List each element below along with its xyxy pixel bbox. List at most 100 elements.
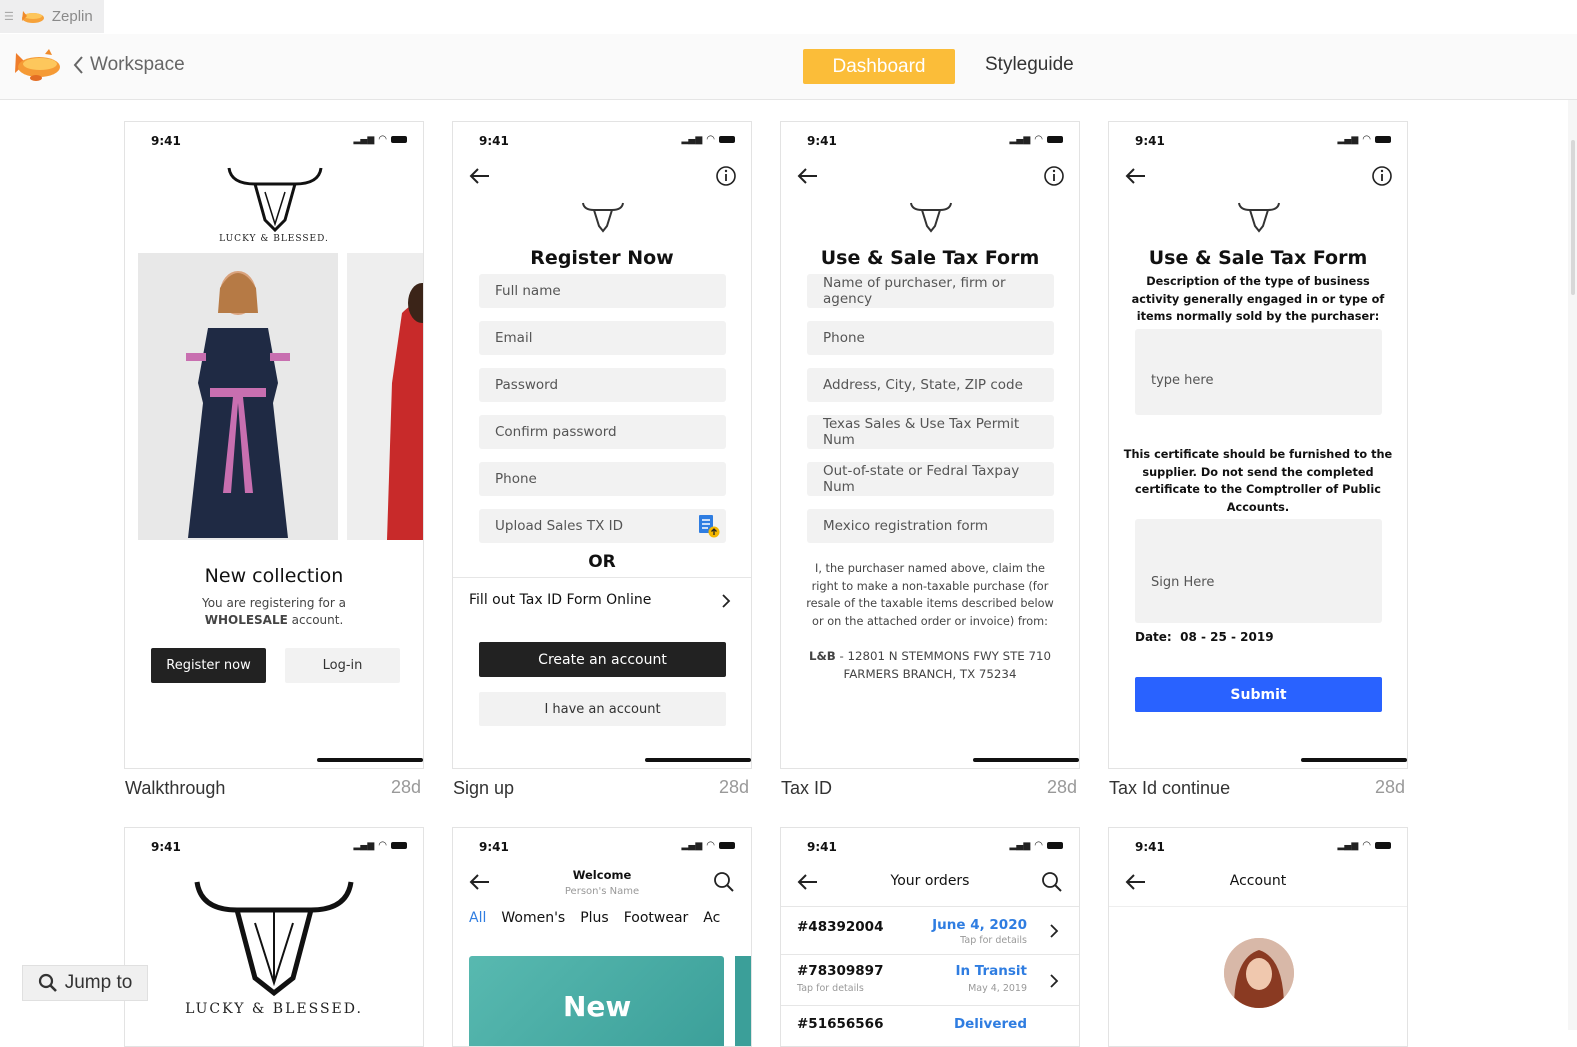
info-icon[interactable]	[715, 165, 737, 187]
wifi-icon: ◠	[1034, 134, 1043, 145]
status-bar: 9:41 ▂▄▆ ◠	[781, 828, 1079, 864]
screen-name-signup[interactable]: Sign up	[453, 778, 514, 799]
full-name-field[interactable]: Full name	[479, 274, 726, 308]
order-row[interactable]: #48392004 June 4, 2020 Tap for details	[781, 906, 1079, 954]
dress-model-image	[186, 271, 290, 538]
order-status: June 4, 2020	[932, 917, 1027, 933]
seller-address: L&B - 12801 N STEMMONS FWY STE 710 FARME…	[781, 647, 1079, 683]
status-time: 9:41	[807, 134, 837, 148]
chevron-right-icon	[1050, 974, 1059, 988]
screen-name-tax-id[interactable]: Tax ID	[781, 778, 832, 799]
screen-card-orders[interactable]: 9:41 ▂▄▆ ◠ Your orders #48392004 June 4, …	[780, 827, 1080, 1047]
have-account-button[interactable]: I have an account	[479, 692, 726, 726]
confirm-password-field[interactable]: Confirm password	[479, 415, 726, 449]
phone-field[interactable]: Phone	[479, 462, 726, 496]
info-icon[interactable]	[1371, 165, 1393, 187]
upload-tax-id-field[interactable]: Upload Sales TX ID	[479, 509, 726, 543]
avatar[interactable]	[1224, 938, 1294, 1008]
screen-card-tax-id-continue[interactable]: 9:41 ▂▄▆ ◠ Use & Sale Tax Form Descriptio…	[1108, 121, 1408, 769]
address-line-2: FARMERS BRANCH, TX 75234	[843, 667, 1017, 681]
order-sub: Tap for details	[797, 983, 864, 994]
claim-line-2: right to make a non-taxable purchase (fo…	[811, 579, 1049, 593]
fill-online-row[interactable]: Fill out Tax ID Form Online	[453, 577, 751, 625]
brand-wordmark-large: LUCKY & BLESSED.	[185, 1001, 363, 1017]
category-ac[interactable]: Ac	[703, 910, 720, 926]
wifi-icon: ◠	[706, 134, 715, 145]
email-field[interactable]: Email	[479, 321, 726, 355]
status-time: 9:41	[479, 134, 509, 148]
home-indicator	[1301, 758, 1407, 762]
texas-permit-field[interactable]: Texas Sales & Use Tax Permit Num	[807, 415, 1054, 449]
screen-card-account[interactable]: 9:41 ▂▄▆ ◠ Account	[1108, 827, 1408, 1047]
window-tab[interactable]: ☰ Zeplin	[0, 0, 104, 33]
category-womens[interactable]: Women's	[501, 910, 565, 926]
zeplin-small-icon	[21, 10, 44, 23]
phone-field[interactable]: Phone	[807, 321, 1054, 355]
brand-wordmark: LUCKY & BLESSED.	[219, 234, 329, 244]
description-textarea[interactable]: type here	[1135, 329, 1382, 415]
register-now-button[interactable]: Register now	[151, 648, 266, 683]
search-icon[interactable]	[1041, 871, 1063, 893]
arrow-left-icon[interactable]	[1125, 166, 1147, 186]
promo-banner-text: New	[563, 990, 632, 1023]
mexico-registration-field[interactable]: Mexico registration form	[807, 509, 1054, 543]
status-bar: 9:41 ▂▄▆ ◠	[453, 122, 751, 158]
signal-icon: ▂▄▆	[681, 840, 703, 851]
submit-button[interactable]: Submit	[1135, 677, 1382, 712]
category-tabs: All Women's Plus Footwear Ac	[469, 910, 751, 926]
arrow-left-icon[interactable]	[797, 166, 819, 186]
upload-file-icon[interactable]	[698, 514, 720, 538]
screen-age-tax-id-continue: 28d	[1375, 777, 1406, 797]
account-title: Account	[1229, 873, 1287, 889]
login-button[interactable]: Log-in	[285, 648, 400, 683]
type-here-placeholder: type here	[1151, 373, 1214, 388]
scrollbar-thumb[interactable]	[1571, 140, 1575, 295]
certificate-notice: This certificate should be furnished to …	[1109, 446, 1407, 516]
home-indicator	[317, 758, 423, 762]
address-field[interactable]: Address, City, State, ZIP code	[807, 368, 1054, 402]
workspace-back-button[interactable]: Workspace	[72, 54, 185, 76]
category-footwear[interactable]: Footwear	[624, 910, 689, 926]
arrow-left-icon[interactable]	[469, 166, 491, 186]
status-bar: 9:41 ▂▄▆ ◠	[125, 828, 423, 864]
create-account-button[interactable]: Create an account	[479, 642, 726, 677]
arrow-left-icon[interactable]	[469, 872, 491, 892]
screen-card-splash[interactable]: 9:41 ▂▄▆ ◠ LUCKY & BLESSED.	[124, 827, 424, 1047]
jump-to-button[interactable]: Jump to	[22, 965, 148, 1001]
search-icon[interactable]	[713, 871, 735, 893]
walkthrough-title: New collection	[204, 565, 344, 587]
screen-name-walkthrough[interactable]: Walkthrough	[125, 778, 225, 799]
order-row[interactable]: #78309897 Tap for details In Transit May…	[781, 954, 1079, 1006]
federal-taxpayer-field[interactable]: Out-of-state or Fedral Taxpay Num	[807, 462, 1054, 496]
tab-styleguide[interactable]: Styleguide	[985, 54, 1074, 76]
screen-name-tax-id-continue[interactable]: Tax Id continue	[1109, 778, 1230, 799]
menu-icon[interactable]: ☰	[4, 10, 14, 23]
zeplin-logo-icon[interactable]	[12, 47, 62, 87]
category-plus[interactable]: Plus	[580, 910, 609, 926]
promo-banner[interactable]: New	[469, 956, 724, 1046]
screen-card-signup[interactable]: 9:41 ▂▄▆ ◠ Register Now Full name Email P…	[452, 121, 752, 769]
info-icon[interactable]	[1043, 165, 1065, 187]
claim-line-3: resale of the taxable items described be…	[806, 597, 1054, 610]
category-all[interactable]: All	[469, 910, 486, 926]
desc-line-2: activity generally engaged in or type of	[1131, 292, 1385, 306]
status-bar: 9:41 ▂▄▆ ◠	[125, 122, 423, 158]
password-field[interactable]: Password	[479, 368, 726, 402]
screen-card-tax-id[interactable]: 9:41 ▂▄▆ ◠ Use & Sale Tax Form Name of pu…	[780, 121, 1080, 769]
tab-dashboard[interactable]: Dashboard	[803, 49, 955, 84]
screen-card-walkthrough[interactable]: 9:41 ▂▄▆ ◠ LUCKY & BLESSED. New collectio…	[124, 121, 424, 769]
cert-line-4: Accounts.	[1226, 500, 1290, 514]
person-name: Person's Name	[564, 886, 640, 897]
order-row[interactable]: #51656566 Delivered	[781, 1006, 1079, 1046]
chevron-right-icon	[1050, 924, 1059, 938]
address-street: - 12801 N STEMMONS FWY STE 710	[835, 649, 1052, 663]
screen-card-home[interactable]: 9:41 ▂▄▆ ◠ Welcome Person's Name All Wome…	[452, 827, 752, 1047]
status-time: 9:41	[807, 840, 837, 854]
date-label: Date:	[1135, 630, 1172, 644]
signal-icon: ▂▄▆	[353, 134, 375, 145]
order-id: #48392004	[797, 919, 884, 935]
signature-field[interactable]: Sign Here	[1135, 519, 1382, 623]
workspace-label: Workspace	[90, 54, 185, 75]
account-suffix: account.	[287, 613, 344, 627]
purchaser-name-field[interactable]: Name of purchaser, firm or agency	[807, 274, 1054, 308]
